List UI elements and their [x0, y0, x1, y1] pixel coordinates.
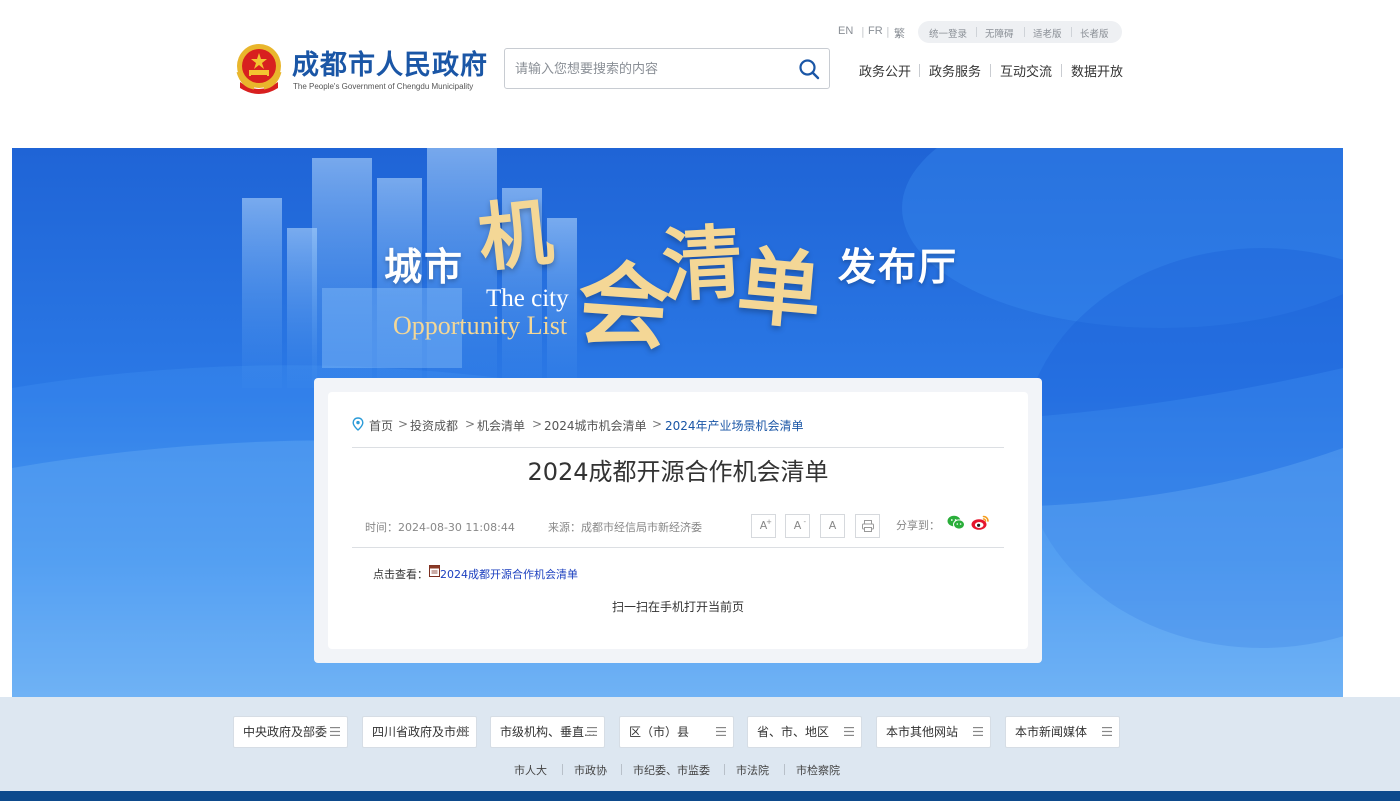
national-emblem-icon	[236, 44, 282, 94]
nav-open-data[interactable]: 数据开放	[1071, 61, 1123, 80]
access-divider	[1071, 27, 1072, 37]
banner-char-4: 单	[733, 235, 826, 342]
link-select-label: 本市其他网站	[886, 725, 959, 739]
font-decrease-button[interactable]: A-	[785, 514, 810, 538]
menu-lines-icon	[973, 727, 983, 736]
link-select-label: 市级机构、垂直...	[500, 725, 596, 739]
font-increase-mark: +	[766, 518, 772, 526]
footer-divider	[562, 764, 563, 775]
location-pin-icon	[352, 417, 364, 431]
breadcrumb-separator: >	[465, 417, 476, 431]
document-icon	[429, 565, 440, 577]
lang-fr[interactable]: FR	[868, 25, 883, 37]
barrier-free-link[interactable]: 无障碍	[985, 26, 1014, 40]
footer-divider	[724, 764, 725, 775]
access-divider	[976, 27, 977, 37]
menu-lines-icon	[587, 727, 597, 736]
lang-divider: |	[886, 25, 890, 38]
link-select-provinces[interactable]: 省、市、地区	[747, 716, 862, 748]
menu-lines-icon	[716, 727, 726, 736]
print-icon	[861, 520, 874, 532]
link-select-label: 本市新闻媒体	[1015, 725, 1088, 739]
access-divider	[1024, 27, 1025, 37]
article-title: 2024成都开源合作机会清单	[527, 458, 829, 486]
link-select-news-media[interactable]: 本市新闻媒体	[1005, 716, 1120, 748]
nav-government-services[interactable]: 政务服务	[929, 61, 981, 80]
lang-en[interactable]: EN	[838, 25, 853, 37]
nav-government-affairs[interactable]: 政务公开	[859, 61, 911, 80]
banner-title-right: 发布厅	[838, 245, 959, 289]
nav-divider	[1061, 64, 1062, 77]
breadcrumb-home[interactable]: 首页	[369, 417, 393, 434]
link-select-districts[interactable]: 区（市）县	[619, 716, 734, 748]
footer-link-court[interactable]: 市法院	[736, 762, 769, 778]
print-button[interactable]	[855, 514, 880, 538]
elderly-version-link[interactable]: 适老版	[1033, 26, 1062, 40]
site-name-en: The People's Government of Chengdu Munic…	[293, 82, 474, 91]
view-label: 点击查看：	[373, 568, 428, 581]
senior-version-link[interactable]: 长者版	[1080, 26, 1109, 40]
nav-divider	[919, 64, 920, 77]
link-select-sichuan-gov[interactable]: 四川省政府及市州	[362, 716, 477, 748]
font-reset-button[interactable]: A	[820, 514, 845, 538]
banner-subtitle-2: Opportunity List	[393, 311, 568, 340]
share-label: 分享到：	[896, 519, 940, 532]
footer-link-peoples-congress[interactable]: 市人大	[514, 762, 547, 778]
breadcrumb-opportunity[interactable]: 机会清单	[477, 417, 525, 434]
menu-lines-icon	[844, 727, 854, 736]
link-select-label: 中央政府及部委	[243, 725, 328, 739]
banner-title-left: 城市	[384, 245, 465, 289]
menu-lines-icon	[459, 727, 469, 736]
banner-char-3: 清	[659, 214, 745, 314]
wechat-icon[interactable]	[947, 515, 965, 530]
breadcrumb-separator: >	[532, 417, 543, 431]
font-decrease-label: A	[793, 519, 802, 532]
footer-divider	[621, 764, 622, 775]
nav-divider	[990, 64, 991, 77]
font-reset-label: A	[828, 519, 837, 532]
footer-link-procuratorate[interactable]: 市检察院	[796, 762, 840, 778]
search-input[interactable]	[515, 58, 785, 80]
qr-scan-hint: 扫一扫在手机打开当前页	[611, 600, 744, 614]
nav-interaction[interactable]: 互动交流	[1000, 61, 1052, 80]
link-select-label: 四川省政府及市州	[372, 725, 469, 739]
menu-lines-icon	[330, 727, 340, 736]
footer-divider	[784, 764, 785, 775]
weibo-icon[interactable]	[971, 514, 990, 531]
link-select-label: 区（市）县	[629, 725, 690, 739]
lang-traditional[interactable]: 繁	[894, 25, 905, 41]
breadcrumb-invest[interactable]: 投资成都	[410, 417, 458, 434]
menu-lines-icon	[1102, 727, 1112, 736]
breadcrumb-separator: >	[398, 417, 409, 431]
footer-bottom-bar	[0, 791, 1400, 801]
attachment-link[interactable]: 2024成都开源合作机会清单	[440, 566, 578, 582]
unified-login-link[interactable]: 统一登录	[929, 26, 967, 40]
lang-divider: |	[861, 25, 865, 38]
banner-subtitle-1: The city	[486, 285, 569, 312]
breadcrumb-current[interactable]: 2024年产业场景机会清单	[665, 417, 804, 434]
search-box[interactable]	[504, 48, 830, 89]
font-decrease-mark: -	[803, 518, 806, 526]
breadcrumb-separator: >	[652, 417, 663, 431]
link-select-label: 省、市、地区	[757, 725, 830, 739]
link-select-central-gov[interactable]: 中央政府及部委	[233, 716, 348, 748]
banner-char-2: 会	[573, 248, 674, 364]
divider	[352, 447, 1004, 448]
publish-time: 时间：2024-08-30 11:08:44	[365, 521, 515, 534]
site-name[interactable]: 成都市人民政府	[292, 43, 488, 82]
footer-link-discipline-commission[interactable]: 市纪委、市监委	[633, 762, 710, 778]
article-source: 来源：成都市经信局市新经济委	[548, 521, 702, 534]
font-increase-button[interactable]: A +	[751, 514, 776, 538]
footer-link-cppcc[interactable]: 市政协	[574, 762, 607, 778]
banner-char-1: 机	[474, 189, 557, 283]
divider	[352, 547, 1004, 548]
breadcrumb-2024-list[interactable]: 2024城市机会清单	[544, 417, 647, 434]
bookmark-strip	[0, 0, 1400, 6]
link-select-municipal-agencies[interactable]: 市级机构、垂直...	[490, 716, 605, 748]
search-icon[interactable]	[798, 58, 820, 80]
link-select-other-sites[interactable]: 本市其他网站	[876, 716, 991, 748]
